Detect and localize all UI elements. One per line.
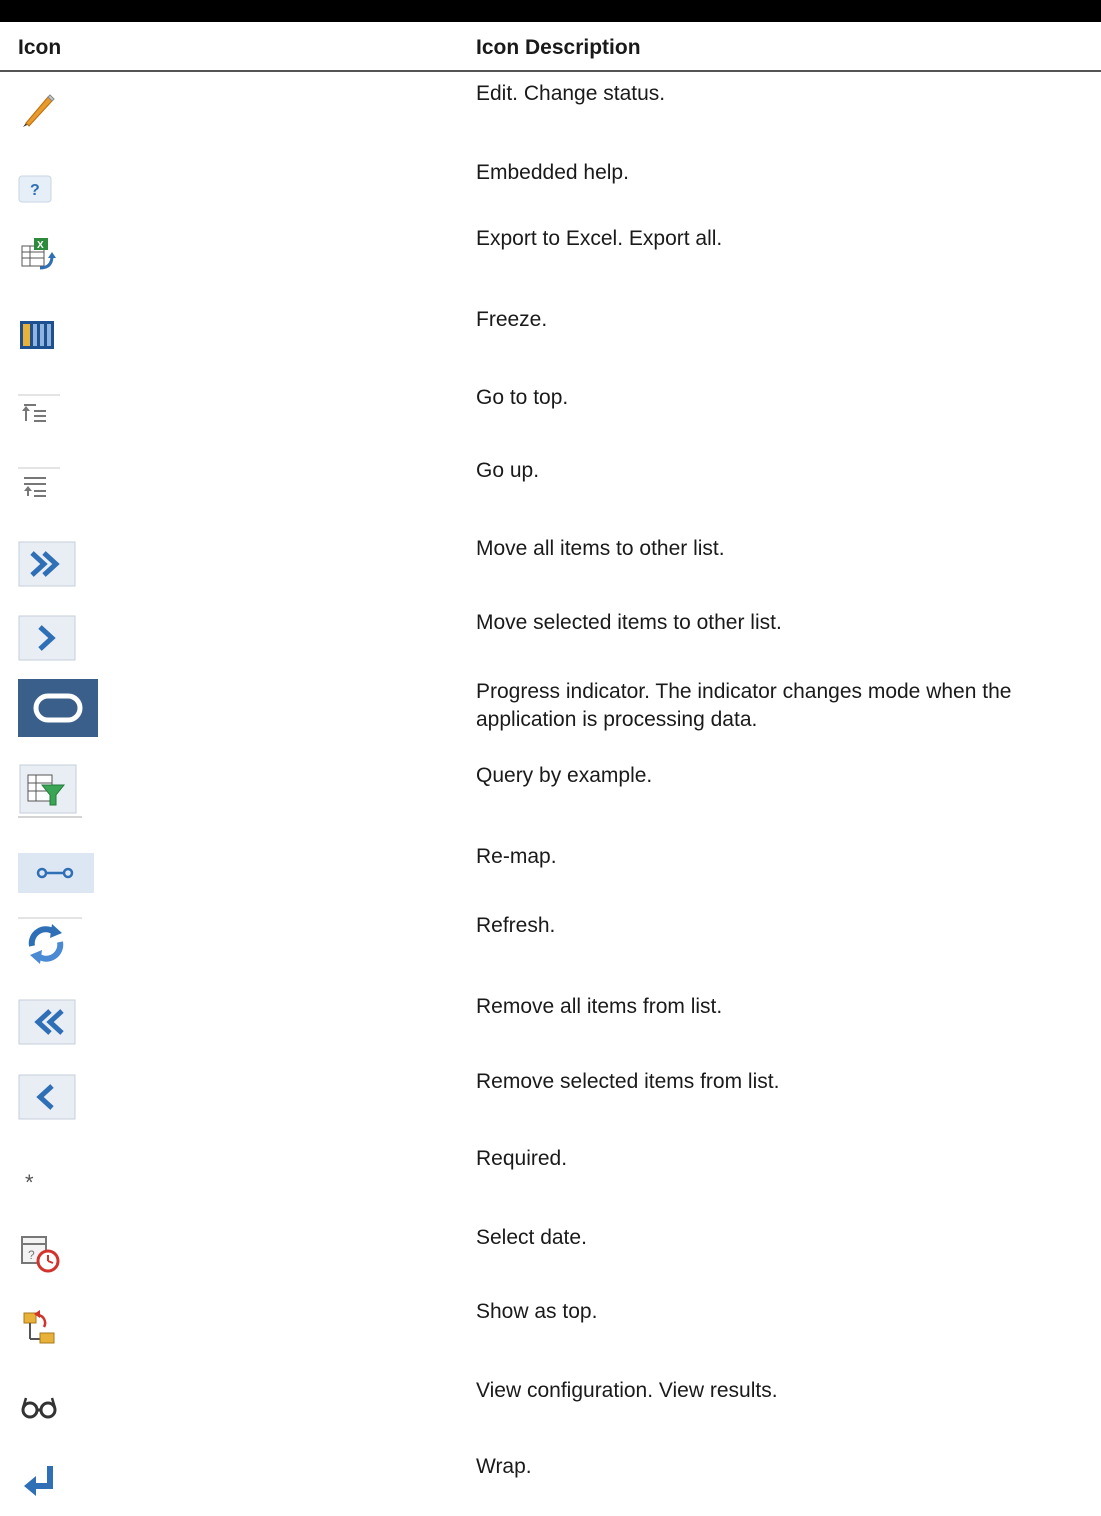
row-description: Select date. [476,1226,587,1249]
svg-text:?: ? [28,1248,35,1262]
query-by-example-icon [18,764,96,818]
header-icon-column: Icon [18,36,62,59]
double-chevron-left-icon [18,997,96,1047]
row-description: Refresh. [476,914,556,937]
row-description: Required. [476,1147,568,1170]
top-rule [0,0,1101,22]
chevron-right-icon [18,613,96,663]
svg-text:*: * [25,1170,34,1194]
row-description: Embedded help. [476,161,629,184]
chevron-left-icon [18,1072,96,1122]
refresh-icon [18,916,96,966]
pencil-icon [18,84,96,134]
go-to-top-icon [18,388,96,438]
glasses-icon [18,1381,96,1431]
row-description: Edit. Change status. [476,82,666,105]
table-header: Icon Icon Description [0,22,1101,72]
select-date-icon: ? [18,1228,96,1278]
row-description: Move all items to other list. [476,537,725,560]
progress-indicator-icon [18,678,98,738]
row-description: Progress indicator. The indicator change… [476,680,1012,731]
excel-export-icon: X [18,229,96,279]
row-description: Query by example. [476,764,653,787]
freeze-icon [18,310,96,360]
row-description: Remove selected items from list. [476,1070,780,1093]
help-icon: ? [18,163,96,213]
remap-icon [18,847,96,897]
double-chevron-right-icon [18,539,96,589]
required-asterisk-icon: * [18,1149,96,1199]
go-up-icon [18,461,96,511]
row-description: Freeze. [476,308,548,331]
svg-text:?: ? [30,182,40,199]
svg-text:X: X [37,240,44,251]
row-description: Re-map. [476,845,557,868]
row-description: View configuration. View results. [476,1379,778,1402]
row-description: Export to Excel. Export all. [476,227,723,250]
row-description: Move selected items to other list. [476,611,782,634]
row-description: Show as top. [476,1300,598,1323]
row-description: Go up. [476,459,540,482]
header-description-column: Icon Description [476,36,641,59]
wrap-icon [18,1457,96,1507]
row-description: Remove all items from list. [476,995,723,1018]
show-as-top-icon [18,1302,96,1352]
row-description: Go to top. [476,386,569,409]
row-description: Wrap. [476,1455,532,1478]
